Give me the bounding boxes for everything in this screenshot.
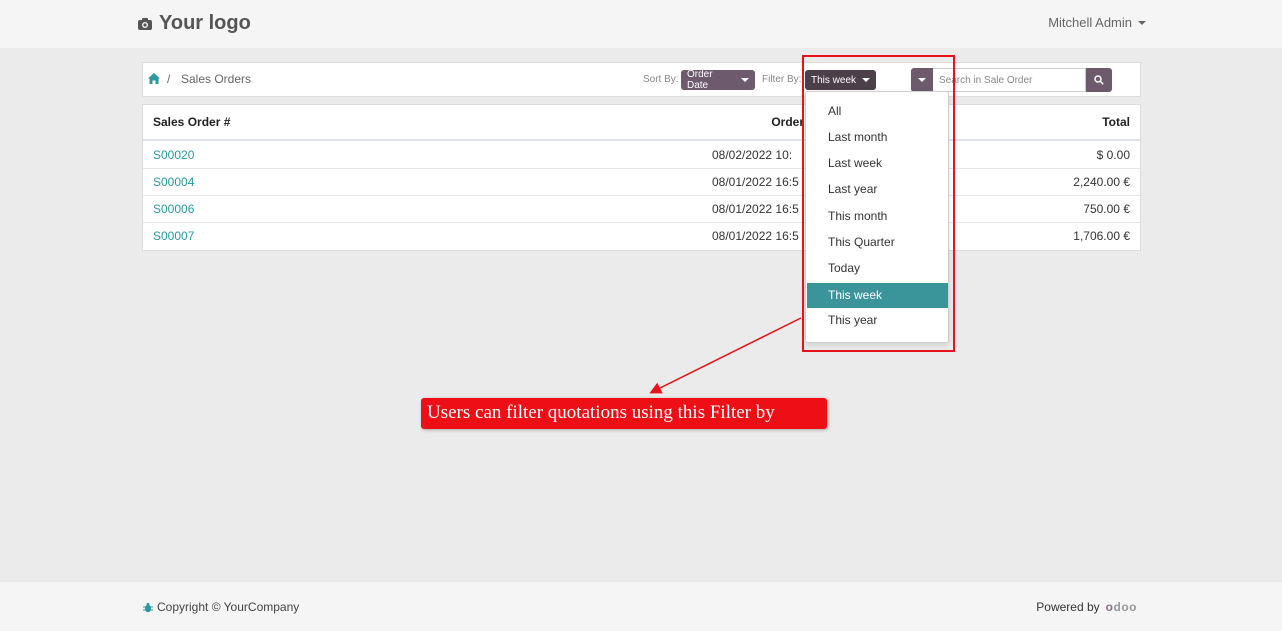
sort-by-value: Order Date [687, 69, 713, 91]
bug-icon [143, 602, 153, 612]
odoo-logo[interactable]: odoo [1106, 600, 1137, 614]
order-total: 750.00 € [1083, 202, 1130, 216]
table-header: Sales Order # Order Total [143, 105, 1140, 141]
breadcrumb-separator: / [167, 72, 171, 86]
order-number-link[interactable]: S00006 [153, 202, 194, 216]
search-options-button[interactable] [911, 68, 933, 92]
annotation-callout: Users can filter quotations using this F… [421, 398, 827, 429]
order-total: 1,706.00 € [1073, 229, 1130, 243]
filter-option-this-week[interactable]: This week [807, 283, 948, 308]
sales-orders-table: Sales Order # Order Total S00020 08/02/2… [142, 104, 1141, 251]
order-number-link[interactable]: S00007 [153, 229, 194, 243]
user-name: Mitchell Admin [1048, 15, 1132, 30]
search-icon [1094, 75, 1104, 85]
filter-option-this-month[interactable]: This month [807, 204, 948, 229]
column-header-total: Total [1102, 115, 1130, 129]
camera-icon [138, 17, 152, 30]
search-group [911, 68, 1112, 92]
logo-text: Your logo [159, 12, 251, 34]
search-input[interactable] [933, 68, 1086, 92]
chevron-down-icon [1138, 20, 1146, 25]
order-date: 08/01/2022 16:5 [712, 202, 799, 216]
top-navbar: Your logo Mitchell Admin [0, 0, 1282, 48]
filter-option-last-month[interactable]: Last month [807, 125, 948, 150]
filter-option-all[interactable]: All [807, 99, 948, 124]
filter-by-label: Filter By: [762, 74, 802, 85]
filter-by-value: This week [811, 74, 857, 86]
sort-by-label: Sort By: [643, 74, 679, 85]
sort-by-dropdown[interactable]: Order Date [681, 69, 755, 91]
user-menu[interactable]: Mitchell Admin [1048, 15, 1146, 30]
table-row[interactable]: S00020 08/02/2022 10: $ 0.00 [143, 142, 1140, 169]
company-logo[interactable]: Your logo [137, 12, 251, 35]
search-button[interactable] [1086, 68, 1112, 92]
home-icon[interactable] [148, 73, 160, 84]
filter-option-last-year[interactable]: Last year [807, 177, 948, 202]
breadcrumb-current: Sales Orders [181, 72, 252, 86]
copyright-text: Copyright © YourCompany [157, 600, 300, 614]
column-header-order-number: Sales Order # [153, 115, 231, 129]
filter-option-this-quarter[interactable]: This Quarter [807, 230, 948, 255]
filter-option-this-year[interactable]: This year [807, 308, 948, 333]
filter-by-dropdown[interactable]: This week [805, 70, 876, 90]
table-row[interactable]: S00006 08/01/2022 16:5 750.00 € [143, 196, 1140, 223]
order-date: 08/01/2022 16:5 [712, 175, 799, 189]
order-number-link[interactable]: S00004 [153, 175, 194, 189]
footer: Copyright © YourCompany Powered by odoo [0, 582, 1282, 631]
filter-option-today[interactable]: Today [807, 256, 948, 281]
column-header-order-date: Order [771, 115, 804, 129]
table-row[interactable]: S00007 08/01/2022 16:5 1,706.00 € [143, 223, 1140, 250]
filter-option-last-week[interactable]: Last week [807, 151, 948, 176]
table-row[interactable]: S00004 08/01/2022 16:5 2,240.00 € [143, 169, 1140, 196]
order-number-link[interactable]: S00020 [153, 148, 194, 162]
powered-by: Powered by odoo [1036, 600, 1137, 614]
chevron-down-icon [741, 78, 749, 82]
order-total: 2,240.00 € [1073, 175, 1130, 189]
order-total: $ 0.00 [1096, 148, 1130, 162]
powered-by-text: Powered by [1036, 600, 1100, 614]
portal-toolbar: / Sales Orders Sort By: Order Date Filte… [142, 62, 1141, 97]
filter-dropdown-menu: All Last month Last week Last year This … [805, 91, 949, 343]
footer-copyright: Copyright © YourCompany [143, 600, 299, 614]
chevron-down-icon [862, 78, 870, 82]
chevron-down-icon [918, 78, 926, 82]
order-date: 08/02/2022 10: [712, 148, 793, 162]
order-date: 08/01/2022 16:5 [712, 229, 799, 243]
